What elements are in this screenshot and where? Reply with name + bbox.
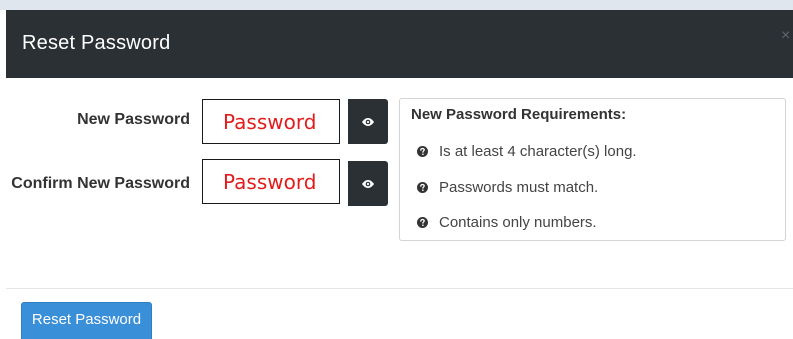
reset-password-button[interactable]: Reset Password xyxy=(21,302,152,339)
question-circle-icon xyxy=(417,181,428,193)
requirement-text: Is at least 4 character(s) long. xyxy=(439,142,637,160)
confirm-password-input[interactable] xyxy=(202,159,340,204)
requirement-text: Contains only numbers. xyxy=(439,213,597,231)
dialog-title: Reset Password xyxy=(22,32,171,54)
show-new-password-button[interactable] xyxy=(348,99,388,144)
requirement-text: Passwords must match. xyxy=(439,178,599,196)
new-password-label: New Password xyxy=(77,111,190,128)
show-confirm-password-button[interactable] xyxy=(348,161,388,206)
backdrop-strip xyxy=(0,0,793,10)
password-requirements-panel: New Password Requirements: Is at least 4… xyxy=(399,98,786,241)
reset-password-dialog: Reset Password × New Password Confirm Ne… xyxy=(0,0,793,339)
dialog-header: Reset Password × xyxy=(6,10,793,78)
footer-divider xyxy=(6,288,793,289)
question-circle-icon xyxy=(417,216,428,228)
eye-icon xyxy=(362,179,374,188)
new-password-input[interactable] xyxy=(202,99,340,144)
eye-icon xyxy=(362,117,374,126)
close-icon[interactable]: × xyxy=(781,28,793,44)
confirm-password-label: Confirm New Password xyxy=(11,175,190,192)
requirement-item: Is at least 4 character(s) long. xyxy=(417,141,637,161)
requirement-item: Contains only numbers. xyxy=(417,212,597,232)
requirements-title: New Password Requirements: xyxy=(411,106,627,123)
requirement-item: Passwords must match. xyxy=(417,177,598,197)
question-circle-icon xyxy=(417,145,428,157)
